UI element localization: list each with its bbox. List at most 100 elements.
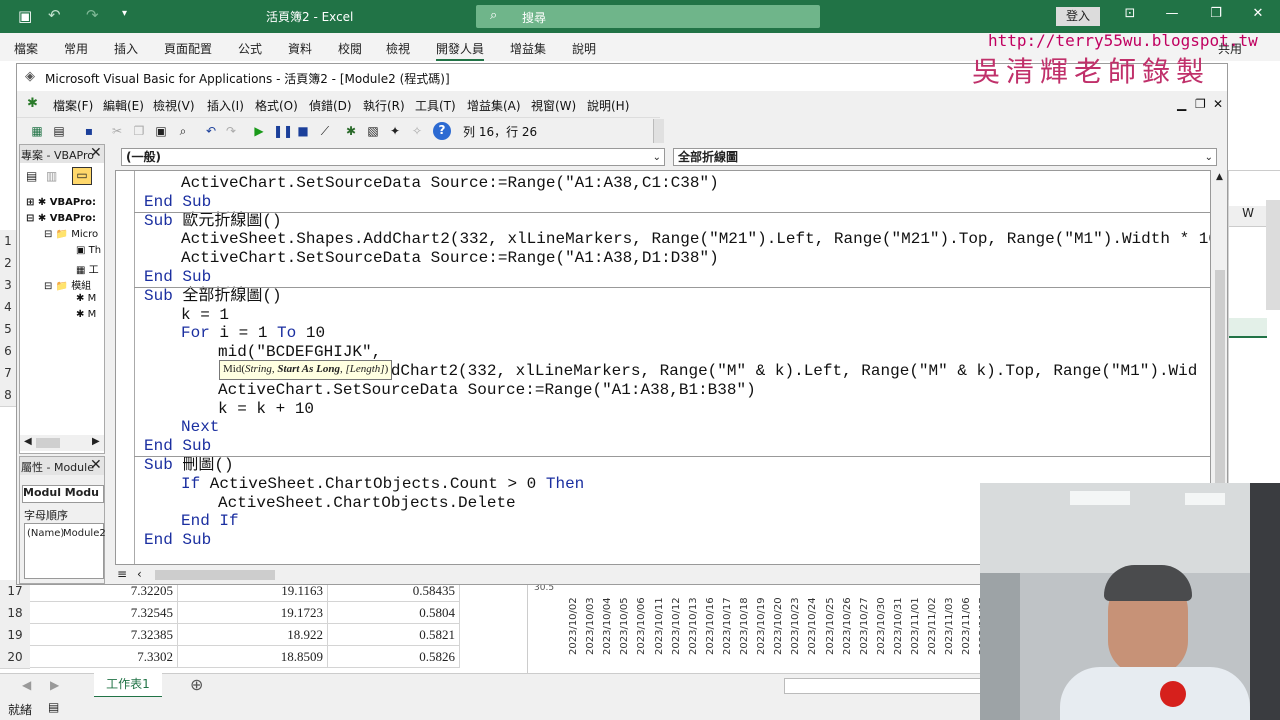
- find-icon[interactable]: ⌕: [175, 123, 191, 139]
- macro-record-icon[interactable]: ▤: [48, 700, 59, 714]
- project-explorer-icon[interactable]: ✱: [343, 123, 359, 139]
- close-icon[interactable]: ✕: [1246, 6, 1270, 26]
- tab-data[interactable]: 資料: [288, 40, 312, 57]
- full-module-view-icon[interactable]: ≡: [117, 567, 127, 581]
- row-header[interactable]: 4: [0, 296, 16, 319]
- code-line[interactable]: Sub 刪圖(): [144, 456, 234, 475]
- tab-file[interactable]: 檔案: [14, 40, 38, 57]
- scroll-right-icon[interactable]: ▶: [92, 436, 100, 447]
- code-line[interactable]: End If: [181, 512, 239, 531]
- object-combo[interactable]: (一般) ⌄: [121, 148, 665, 166]
- menu-debug[interactable]: 偵錯(D): [309, 97, 352, 114]
- chevron-down-icon[interactable]: ⌄: [1205, 150, 1213, 166]
- menu-help[interactable]: 說明(H): [587, 97, 629, 114]
- code-line[interactable]: ActiveChart.SetSourceData Source:=Range(…: [181, 249, 719, 268]
- menu-addins[interactable]: 增益集(A): [467, 97, 521, 114]
- search-box[interactable]: ⌕ 搜尋: [476, 5, 820, 28]
- scroll-thumb[interactable]: [36, 438, 60, 448]
- menu-tools[interactable]: 工具(T): [415, 97, 456, 114]
- code-line[interactable]: If ActiveSheet.ChartObjects.Count > 0 Th…: [181, 475, 584, 494]
- tree-item[interactable]: ⊟ 📁 Micro: [44, 229, 98, 240]
- tree-item[interactable]: ⊟ 📁 模組: [44, 277, 91, 292]
- copy-icon[interactable]: ❐: [131, 123, 147, 139]
- tab-formulas[interactable]: 公式: [238, 40, 262, 57]
- scroll-left-icon[interactable]: ‹: [137, 567, 142, 581]
- insert-userform-icon[interactable]: ▤: [51, 123, 67, 139]
- properties-close-icon[interactable]: ✕: [90, 457, 102, 473]
- row-header[interactable]: 7: [0, 362, 16, 385]
- properties-window-icon[interactable]: ▧: [365, 123, 381, 139]
- help-icon[interactable]: ?: [433, 122, 451, 140]
- cell[interactable]: 19.1723: [178, 602, 328, 624]
- cell[interactable]: 18.8509: [178, 646, 328, 668]
- code-line[interactable]: End Sub: [144, 193, 211, 212]
- view-excel-icon[interactable]: ▦: [29, 123, 45, 139]
- save-icon[interactable]: ▣: [18, 7, 32, 25]
- menu-window[interactable]: 視窗(W): [531, 97, 576, 114]
- restore-icon[interactable]: ❐: [1204, 6, 1228, 26]
- scroll-thumb[interactable]: [155, 570, 275, 580]
- row-header[interactable]: 3: [0, 274, 16, 297]
- code-line[interactable]: End Sub: [144, 437, 211, 456]
- vbe-child-minimize-icon[interactable]: ▁: [1177, 97, 1186, 111]
- menu-format[interactable]: 格式(O): [255, 97, 298, 114]
- properties-tab-alpha[interactable]: 字母順序: [24, 507, 68, 523]
- customize-qat-icon[interactable]: ▾: [122, 8, 127, 19]
- redo-icon[interactable]: ↷: [223, 123, 239, 139]
- row-header[interactable]: 19: [0, 624, 30, 647]
- menu-view[interactable]: 檢視(V): [153, 97, 195, 114]
- code-line[interactable]: ActiveSheet.Shapes.AddChart2(332, xlLine…: [181, 230, 1210, 249]
- cell[interactable]: 0.5804: [328, 602, 460, 624]
- undo-icon[interactable]: ↶: [203, 123, 219, 139]
- properties-object-combo[interactable]: Modul Modu: [22, 485, 104, 503]
- tab-page-layout[interactable]: 頁面配置: [164, 40, 212, 57]
- object-browser-icon[interactable]: ✦: [387, 123, 403, 139]
- procedure-combo[interactable]: 全部折線圖 ⌄: [673, 148, 1217, 166]
- break-icon[interactable]: ❚❚: [273, 123, 293, 139]
- horizontal-sheet-scrollbar[interactable]: [784, 678, 982, 694]
- chevron-down-icon[interactable]: ⌄: [653, 150, 661, 166]
- code-line[interactable]: For i = 1 To 10: [181, 324, 325, 343]
- minimize-icon[interactable]: —: [1160, 6, 1184, 26]
- code-line[interactable]: End Sub: [144, 268, 211, 287]
- tree-item[interactable]: ⊞ ✱ VBAPro:: [26, 197, 96, 208]
- sheet-tab-1[interactable]: 工作表1: [94, 673, 162, 698]
- view-object-icon[interactable]: ▥: [46, 169, 57, 183]
- cell[interactable]: 0.5821: [328, 624, 460, 646]
- code-line[interactable]: k = 1: [181, 306, 229, 325]
- tab-review[interactable]: 校閱: [338, 40, 362, 57]
- menu-file[interactable]: 檔案(F): [53, 97, 93, 114]
- code-line[interactable]: ActiveChart.SetSourceData Source:=Range(…: [218, 381, 756, 400]
- code-line[interactable]: Sub 全部折線圖(): [144, 287, 282, 306]
- paste-icon[interactable]: ▣: [153, 123, 169, 139]
- tab-addins[interactable]: 增益集: [510, 40, 546, 57]
- row-header[interactable]: 2: [0, 252, 16, 275]
- project-close-icon[interactable]: ✕: [90, 145, 102, 161]
- code-line[interactable]: End Sub: [144, 531, 211, 550]
- row-header[interactable]: 5: [0, 318, 16, 341]
- code-line[interactable]: Sub 歐元折線圖(): [144, 212, 282, 231]
- undo-icon[interactable]: ↶: [48, 6, 61, 24]
- view-code-icon[interactable]: ▤: [26, 169, 37, 183]
- vbe-child-close-icon[interactable]: ✕: [1213, 97, 1223, 111]
- tab-insert[interactable]: 插入: [114, 40, 138, 57]
- add-sheet-icon[interactable]: ⊕: [190, 675, 203, 694]
- tab-help[interactable]: 說明: [572, 40, 596, 57]
- row-header[interactable]: 18: [0, 602, 30, 625]
- sheet-vertical-scrollbar[interactable]: [1266, 200, 1280, 310]
- toolbox-icon[interactable]: ✧: [409, 123, 425, 139]
- menu-edit[interactable]: 編輯(E): [103, 97, 144, 114]
- embedded-chart[interactable]: 30.5 2023/10/02 2023/10/03 2023/10/04 2023/…: [527, 581, 989, 673]
- sheet-prev-icon[interactable]: ◀: [22, 678, 31, 692]
- scroll-thumb[interactable]: [1215, 270, 1225, 490]
- cell[interactable]: 7.3302: [30, 646, 178, 668]
- save-icon[interactable]: ▪: [81, 123, 97, 139]
- tree-item[interactable]: ✱ M: [76, 309, 96, 320]
- design-mode-icon[interactable]: ⟋: [317, 123, 333, 139]
- menu-insert[interactable]: 插入(I): [207, 97, 244, 114]
- tab-home[interactable]: 常用: [64, 40, 88, 57]
- toggle-folders-icon[interactable]: ▭: [72, 167, 92, 185]
- row-header[interactable]: 1: [0, 230, 16, 253]
- row-header[interactable]: 20: [0, 646, 30, 669]
- code-horizontal-scrollbar[interactable]: ≡ ‹: [115, 567, 1000, 583]
